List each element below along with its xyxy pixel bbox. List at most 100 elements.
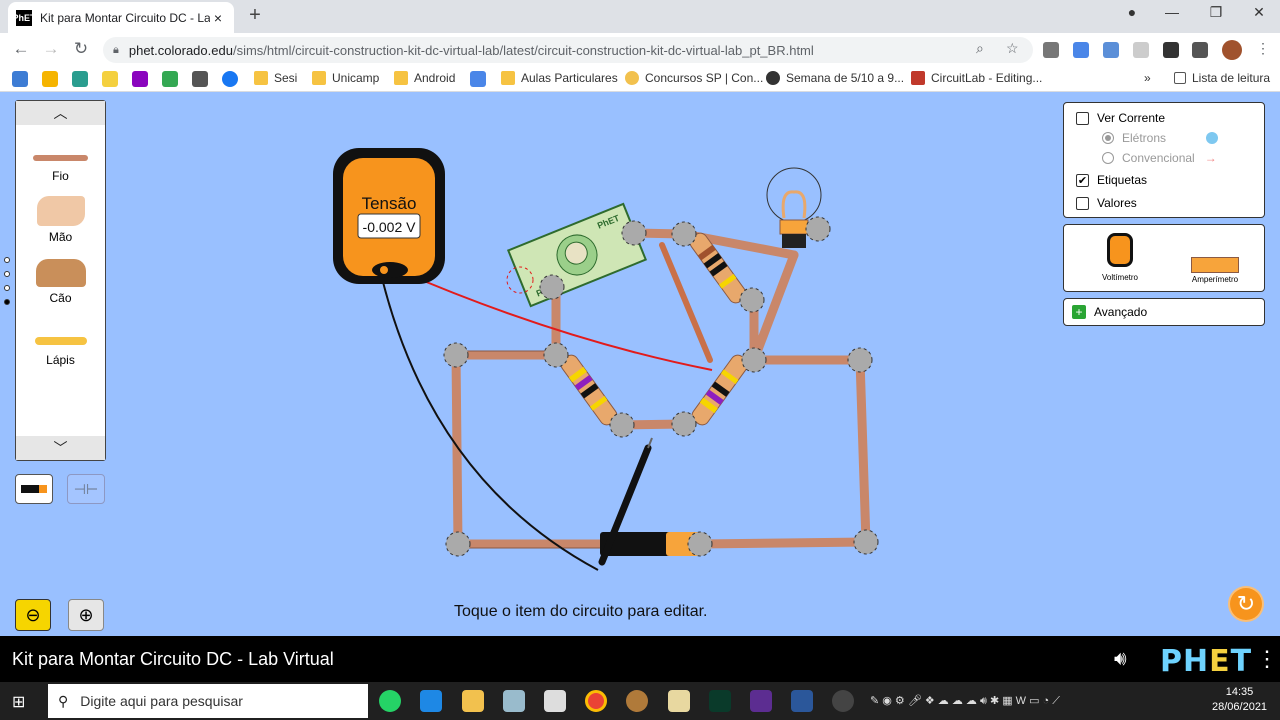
radio-unselected-icon (1102, 152, 1114, 164)
toolbox-page-dots (4, 257, 10, 313)
circuit-vertex[interactable] (443, 342, 469, 368)
page-dot[interactable] (4, 271, 10, 277)
view-options-panel: Ver Corrente Elétrons Convencional → ✔ Et… (1063, 102, 1265, 218)
chrome-icon[interactable] (585, 690, 607, 712)
phet-menu-icon[interactable]: ⋮ (1256, 646, 1278, 672)
windows-start-icon[interactable]: ⊞ (12, 692, 25, 712)
taskbar-search-placeholder: Digite aqui para pesquisar (80, 693, 243, 709)
logo-text: PH (1160, 644, 1210, 679)
whatsapp-icon[interactable] (379, 690, 401, 712)
schematic-battery-icon: ⊣⊢ (73, 480, 99, 497)
toolbox-item-hand[interactable]: Mão (16, 196, 105, 244)
app-icon[interactable] (668, 690, 690, 712)
dollar-bill[interactable]: PhET PhET (506, 202, 648, 308)
component-toolbox: ︿ Fio Mão Cão Lápis ﹀ (15, 100, 106, 461)
circuit-vertex[interactable] (741, 347, 767, 373)
valores-checkbox[interactable]: Valores (1076, 196, 1137, 210)
circuit-vertex[interactable] (609, 412, 635, 438)
search-icon: ⚲ (58, 692, 69, 709)
audio-speaker-icon[interactable]: 🔊︎ (1114, 648, 1127, 671)
voltmeter-tool[interactable]: Voltímetro (1090, 233, 1150, 291)
ammeter-icon (1191, 257, 1239, 273)
circuit-vertex[interactable] (445, 531, 471, 557)
edit-hint-text: Toque o item do circuito para editar. (454, 603, 708, 620)
page-dot[interactable] (4, 257, 10, 263)
wire-icon (33, 155, 88, 161)
circuit-vertex[interactable] (621, 220, 647, 246)
circuit-vertex[interactable] (853, 529, 879, 555)
pencil-icon (34, 337, 87, 345)
voltimetro-label: Voltímetro (1101, 273, 1138, 282)
schematic-view-button[interactable]: ⊣⊢ (67, 474, 105, 504)
advanced-toggle[interactable]: + Avançado (1072, 305, 1147, 319)
circuit-vertex[interactable] (539, 274, 565, 300)
outlook-icon[interactable] (420, 690, 442, 712)
etiquetas-label: Etiquetas (1097, 173, 1148, 187)
toolbox-item-dog[interactable]: Cão (16, 259, 105, 305)
app-icon[interactable] (503, 690, 525, 712)
ammeter-tool[interactable]: Amperímetro (1182, 233, 1248, 291)
home-app-icon[interactable] (544, 690, 566, 712)
toolbox-up-arrow-icon[interactable]: ︿ (16, 101, 105, 125)
app-icon[interactable] (832, 690, 854, 712)
electrons-label: Elétrons (1122, 131, 1167, 145)
windows-taskbar: ⊞ ⚲ Digite aqui para pesquisar ✎ ◉ ⚙ 🎤︎ … (0, 682, 1280, 720)
amperimetro-label: Amperímetro (1191, 275, 1239, 284)
page-dot[interactable] (4, 299, 10, 305)
zoom-in-button[interactable]: ⊕ (68, 599, 104, 631)
sim-title: Kit para Montar Circuito DC - Lab Virtua… (12, 649, 334, 669)
premiere-icon[interactable] (709, 690, 731, 712)
system-clock[interactable]: 14:35 28/06/2021 (1212, 685, 1267, 715)
visual-studio-icon[interactable] (750, 690, 772, 712)
convencional-label: Convencional (1122, 151, 1195, 165)
reset-all-button[interactable]: ↻ (1228, 586, 1264, 622)
zoom-in-icon: ⊕ (78, 604, 94, 625)
circuit-vertex[interactable] (543, 342, 569, 368)
logo-text: E (1209, 644, 1231, 679)
wire-group[interactable] (451, 228, 871, 549)
wire[interactable] (451, 350, 463, 549)
reset-icon: ↻ (1236, 591, 1256, 616)
voltmeter-title: Tensão (362, 194, 417, 213)
sensor-tools-panel: Voltímetro Amperímetro (1063, 224, 1265, 292)
checkbox-unchecked-icon (1076, 196, 1089, 210)
file-explorer-icon[interactable] (462, 690, 484, 712)
resistor[interactable] (689, 352, 751, 427)
toolbox-item-pencil[interactable]: Lápis (16, 337, 105, 367)
wire[interactable] (855, 355, 871, 547)
wire[interactable] (695, 537, 871, 549)
word-icon[interactable] (791, 690, 813, 712)
conventional-radio[interactable]: Convencional → (1102, 151, 1217, 165)
app-icon[interactable] (626, 690, 648, 712)
circuit-vertex[interactable] (847, 347, 873, 373)
toolbox-item-label: Lápis (46, 353, 75, 367)
advanced-panel[interactable]: + Avançado (1063, 298, 1265, 326)
system-tray-icons[interactable]: ✎ ◉ ⚙ 🎤︎ ❖ ☁ ☁ ☁ 🔊︎ ✱ ▦ W ▭ ◔ ⟋ (870, 694, 1060, 708)
circuit-vertex[interactable] (805, 216, 831, 242)
toolbox-item-wire[interactable]: Fio (16, 155, 105, 183)
expand-plus-icon: + (1072, 305, 1086, 319)
electrons-radio[interactable]: Elétrons (1102, 131, 1219, 145)
circuit-vertex[interactable] (739, 287, 765, 313)
circuit-vertex[interactable] (687, 531, 713, 557)
taskbar-search[interactable]: ⚲ Digite aqui para pesquisar (48, 684, 368, 718)
ver-corrente-checkbox[interactable]: Ver Corrente (1076, 111, 1165, 125)
etiquetas-checkbox[interactable]: ✔ Etiquetas (1076, 173, 1147, 187)
clock-time: 14:35 (1225, 686, 1254, 698)
toolbox-down-arrow-icon[interactable]: ﹀ (16, 436, 105, 460)
phet-logo[interactable]: PHET (1160, 644, 1252, 679)
resistor[interactable] (558, 352, 620, 427)
circuit-vertex[interactable] (671, 411, 697, 437)
voltmeter-device[interactable] (333, 148, 445, 284)
zoom-out-icon: ⊖ (25, 604, 41, 625)
page-dot[interactable] (4, 285, 10, 291)
electron-icon (1206, 132, 1219, 144)
zoom-out-button[interactable]: ⊖ (15, 599, 51, 631)
circuit-vertex[interactable] (671, 221, 697, 247)
clock-date: 28/06/2021 (1212, 701, 1268, 713)
phet-navbar: Kit para Montar Circuito DC - Lab Virtua… (0, 636, 1280, 682)
valores-label: Valores (1097, 196, 1137, 210)
toolbox-item-label: Cão (49, 291, 72, 305)
black-lead-wire (379, 269, 599, 571)
lifelike-view-button[interactable] (15, 474, 53, 504)
